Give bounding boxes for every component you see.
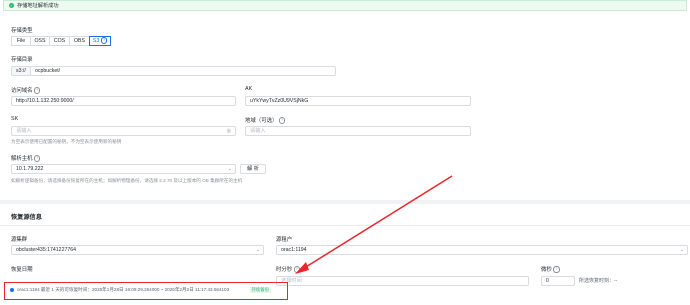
annotation-arrow-head [295,262,309,274]
help-icon: ? [100,37,108,44]
annotation-arrow-shaft [300,175,453,271]
storage-type-s3-label: S3 [92,38,100,44]
storage-type-s3[interactable]: S3? [89,36,111,46]
